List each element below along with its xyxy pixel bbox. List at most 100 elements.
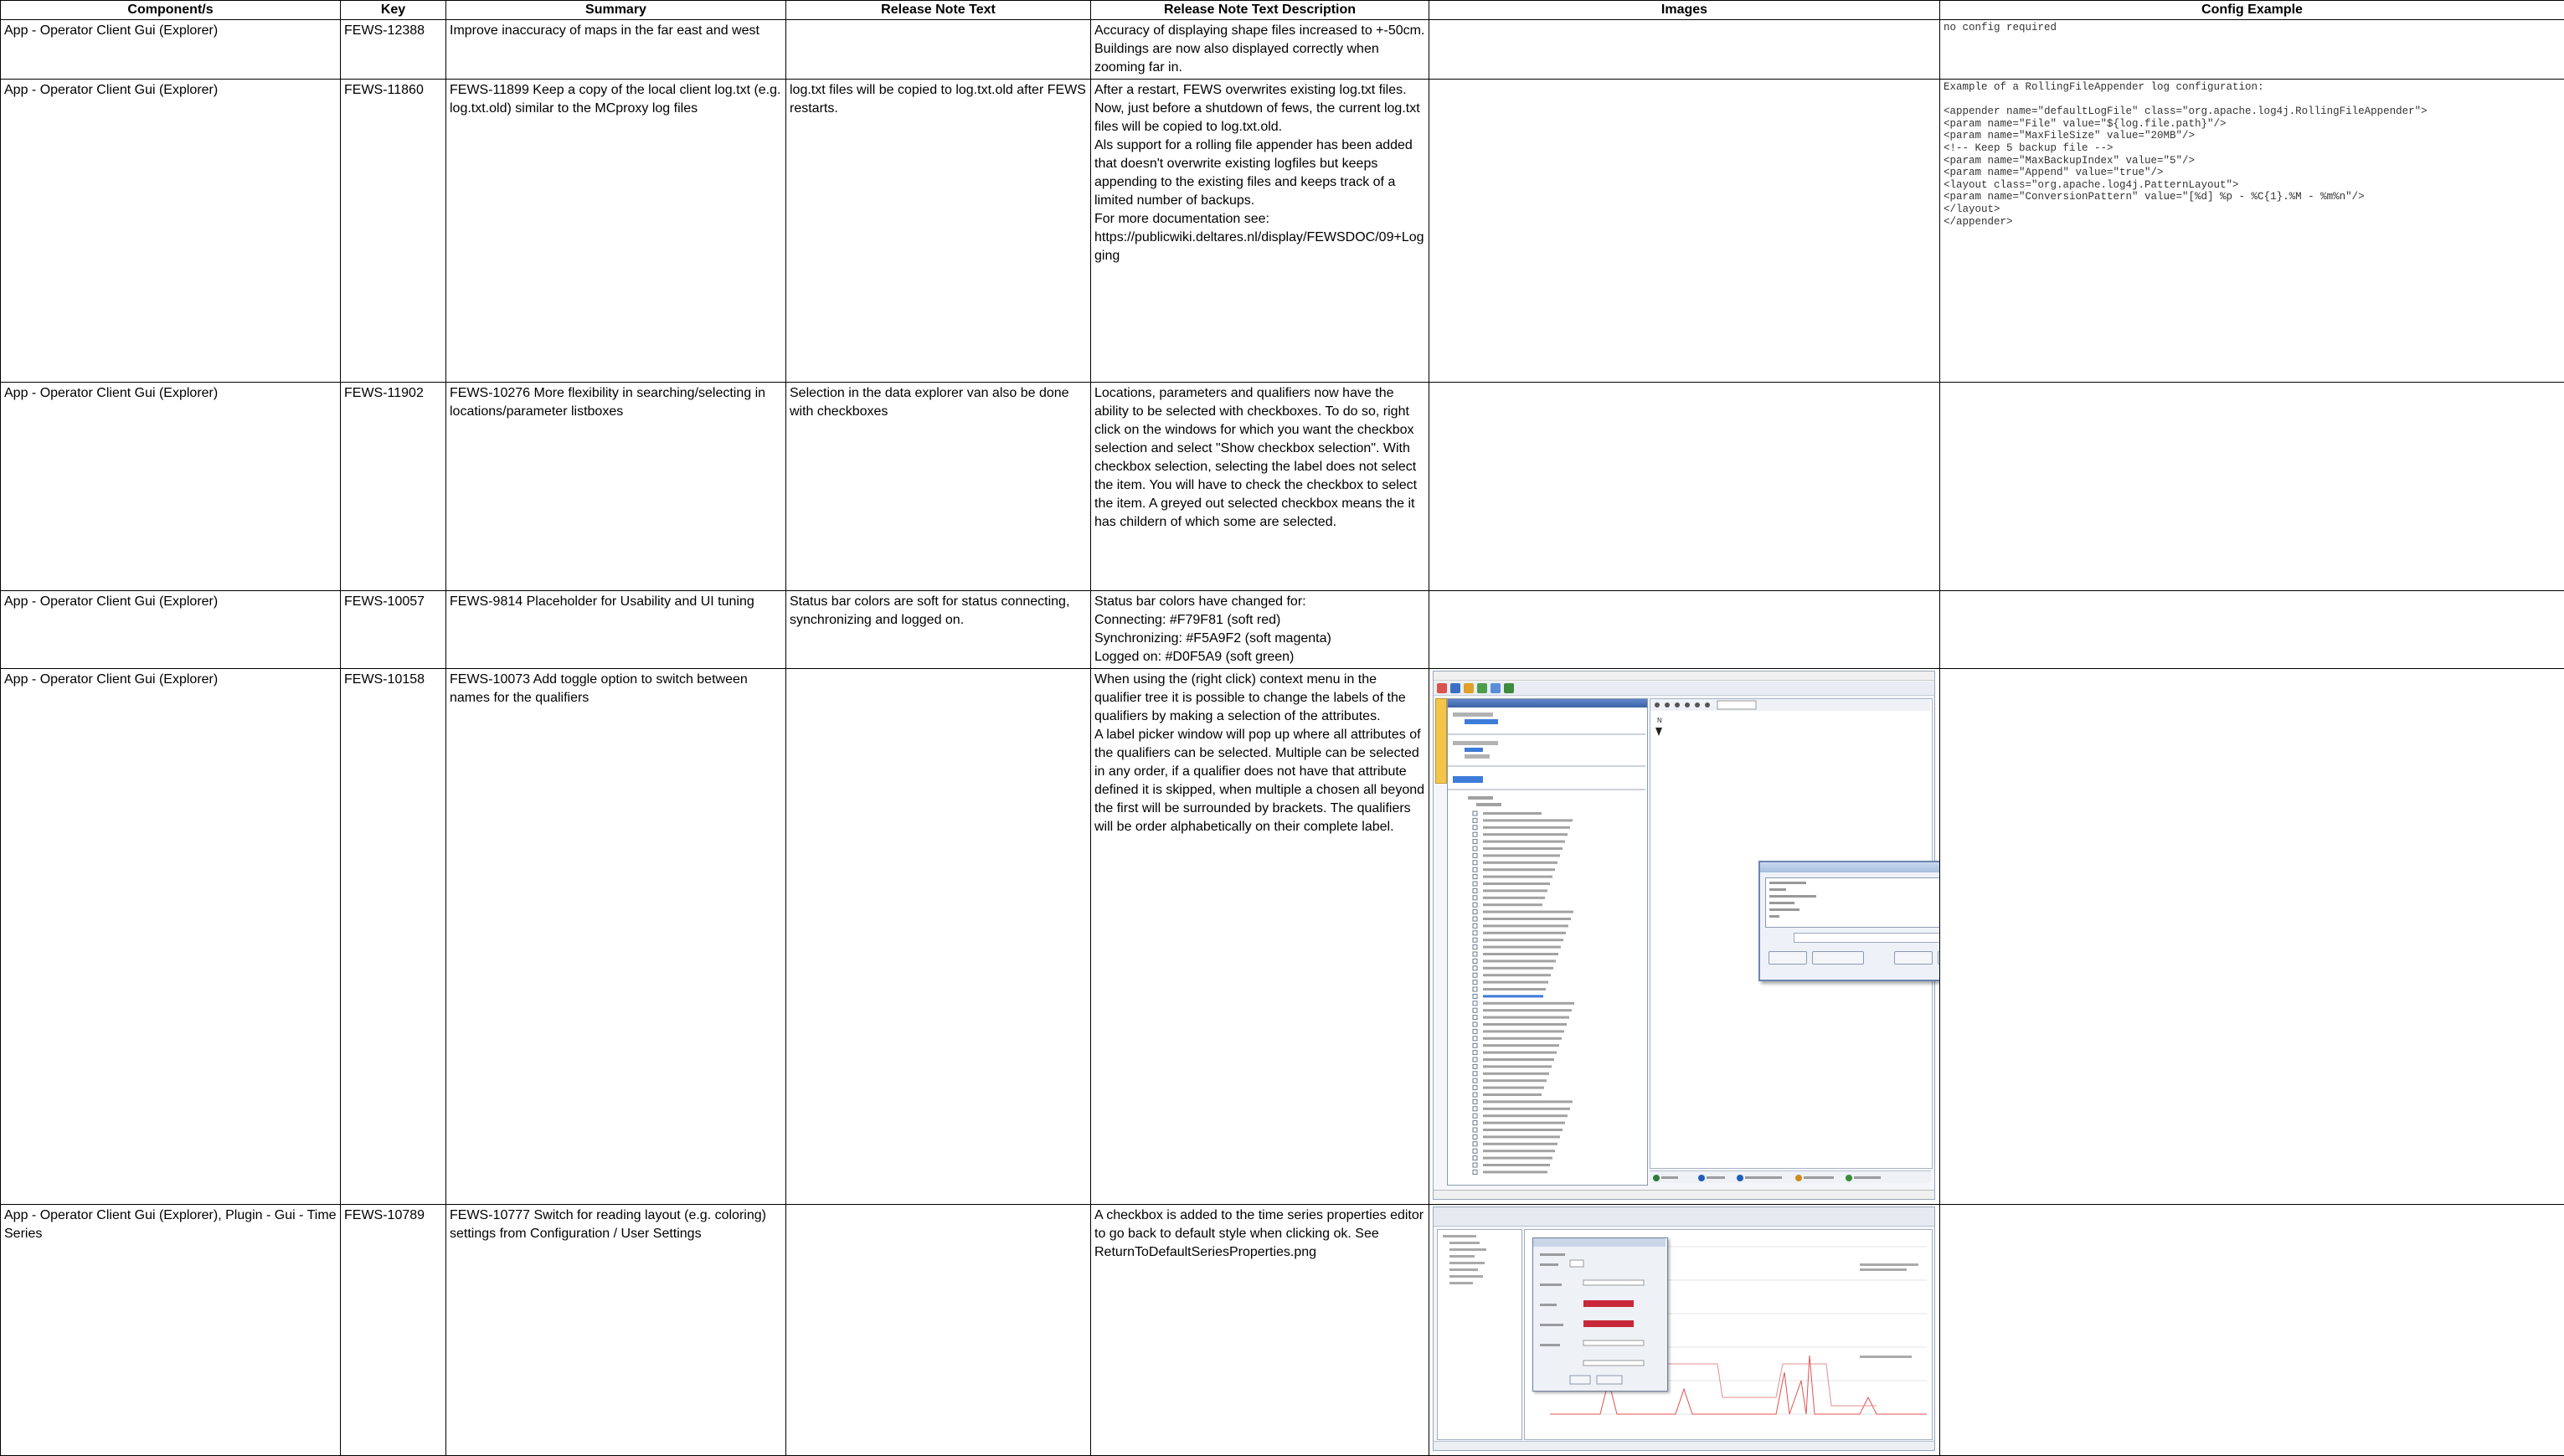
screenshot-side-tab	[1435, 698, 1447, 784]
cell-images[interactable]	[1429, 80, 1940, 383]
cell-config[interactable]	[1940, 383, 2564, 591]
column-header-release-note[interactable]: Release Note Text	[786, 1, 1091, 20]
cell-description[interactable]: When using the (right click) context men…	[1091, 669, 1429, 1205]
qualifier-tree-icon	[1448, 707, 1645, 1183]
screenshot-statusbar	[1434, 1441, 1934, 1450]
table-row: App - Operator Client Gui (Explorer), Pl…	[1, 1205, 2564, 1456]
release-notes-table: Component/s Key Summary Release Note Tex…	[0, 0, 2564, 1456]
screenshot-menubar	[1434, 671, 1934, 681]
description-line: Synchronizing: #F5A9F2 (soft magenta)	[1094, 630, 1425, 648]
screenshot-tree-panel	[1437, 1229, 1522, 1440]
cell-images[interactable]	[1429, 20, 1940, 80]
dialog-list	[1765, 877, 1940, 928]
cell-release-note[interactable]: Selection in the data explorer van also …	[786, 383, 1091, 591]
cell-description[interactable]: Accuracy of displaying shape files incre…	[1091, 20, 1429, 80]
config-text: no config required	[1944, 22, 2561, 34]
cell-key[interactable]: FEWS-11860	[341, 80, 446, 383]
screenshot-bottom-tabs	[1650, 1170, 1931, 1183]
list-lines-icon	[1766, 878, 1940, 925]
cell-summary[interactable]: FEWS-10073 Add toggle option to switch b…	[446, 669, 786, 1205]
tree-lines-icon	[1438, 1230, 1520, 1438]
cell-summary[interactable]: Improve inaccuracy of maps in the far ea…	[446, 20, 786, 80]
panel-titlebar	[1448, 699, 1647, 707]
cell-images[interactable]	[1429, 383, 1940, 591]
column-header-images[interactable]: Images	[1429, 1, 1940, 20]
toolbar-icon	[1504, 683, 1514, 693]
cell-description[interactable]: Locations, parameters and qualifiers now…	[1091, 383, 1429, 591]
screenshot-toolbar	[1434, 1207, 1934, 1227]
description-line: Status bar colors have changed for:	[1094, 593, 1425, 611]
dialog-button	[1812, 951, 1864, 965]
cell-images[interactable]: N	[1429, 669, 1940, 1205]
cell-release-note[interactable]	[786, 20, 1091, 80]
description-line: Als support for a rolling file appender …	[1094, 136, 1425, 210]
table-row: App - Operator Client Gui (Explorer) FEW…	[1, 591, 2564, 669]
cell-key[interactable]: FEWS-11902	[341, 383, 446, 591]
config-text: Example of a RollingFileAppender log con…	[1944, 81, 2561, 228]
screenshot-data-panel	[1447, 698, 1648, 1186]
dialog-input	[1794, 933, 1940, 943]
cell-key[interactable]: FEWS-10057	[341, 591, 446, 669]
cell-key[interactable]: FEWS-12388	[341, 20, 446, 80]
cell-summary[interactable]: FEWS-10276 More flexibility in searching…	[446, 383, 786, 591]
toolbar-icon	[1464, 683, 1474, 693]
description-line: After a restart, FEWS overwrites existin…	[1094, 81, 1425, 136]
series-properties-dialog	[1532, 1237, 1668, 1392]
table-row: App - Operator Client Gui (Explorer) FEW…	[1, 669, 2564, 1205]
cell-release-note[interactable]: log.txt files will be copied to log.txt.…	[786, 80, 1091, 383]
description-link[interactable]: https://publicwiki.deltares.nl/display/F…	[1094, 229, 1425, 265]
column-header-config[interactable]: Config Example	[1940, 1, 2564, 20]
toolbar-icon	[1477, 683, 1487, 693]
cell-config[interactable]: no config required	[1940, 20, 2564, 80]
description-line: When using the (right click) context men…	[1094, 671, 1425, 726]
label-picker-dialog	[1758, 861, 1940, 981]
cell-key[interactable]: FEWS-10158	[341, 669, 446, 1205]
cell-summary[interactable]: FEWS-11899 Keep a copy of the local clie…	[446, 80, 786, 383]
cell-images[interactable]	[1429, 591, 1940, 669]
cell-component[interactable]: App - Operator Client Gui (Explorer)	[1, 20, 341, 80]
cell-component[interactable]: App - Operator Client Gui (Explorer), Pl…	[1, 1205, 341, 1456]
dialog-button	[1769, 951, 1807, 965]
column-header-component[interactable]: Component/s	[1, 1, 341, 20]
cell-summary[interactable]: FEWS-10777 Switch for reading layout (e.…	[446, 1205, 786, 1456]
cell-component[interactable]: App - Operator Client Gui (Explorer)	[1, 80, 341, 383]
cell-release-note[interactable]	[786, 1205, 1091, 1456]
toolbar-icon	[1491, 683, 1501, 693]
toolbar-icon	[1437, 683, 1447, 693]
description-line: Connecting: #F79F81 (soft red)	[1094, 611, 1425, 630]
toolbar-icon	[1450, 683, 1460, 693]
cell-release-note[interactable]: Status bar colors are soft for status co…	[786, 591, 1091, 669]
header-row: Component/s Key Summary Release Note Tex…	[1, 1, 2564, 20]
cell-config[interactable]	[1940, 1205, 2564, 1456]
cell-component[interactable]: App - Operator Client Gui (Explorer)	[1, 383, 341, 591]
dialog-titlebar	[1760, 862, 1940, 872]
column-header-key[interactable]: Key	[341, 1, 446, 20]
table-row: App - Operator Client Gui (Explorer) FEW…	[1, 80, 2564, 383]
description-line: A label picker window will pop up where …	[1094, 726, 1425, 836]
cell-config[interactable]	[1940, 591, 2564, 669]
cell-key[interactable]: FEWS-10789	[341, 1205, 446, 1456]
cell-component[interactable]: App - Operator Client Gui (Explorer)	[1, 591, 341, 669]
dialog-button	[1894, 951, 1933, 965]
properties-form-icon	[1533, 1238, 1666, 1389]
cell-summary[interactable]: FEWS-9814 Placeholder for Usability and …	[446, 591, 786, 669]
table-row: App - Operator Client Gui (Explorer) FEW…	[1, 20, 2564, 80]
column-header-description[interactable]: Release Note Text Description	[1091, 1, 1429, 20]
cell-release-note[interactable]	[786, 669, 1091, 1205]
table-row: App - Operator Client Gui (Explorer) FEW…	[1, 383, 2564, 591]
screenshot-toolbar	[1434, 682, 1934, 696]
description-line: Locations, parameters and qualifiers now…	[1094, 384, 1425, 532]
description-line: Accuracy of displaying shape files incre…	[1094, 22, 1425, 77]
cell-description[interactable]: After a restart, FEWS overwrites existin…	[1091, 80, 1429, 383]
column-header-summary[interactable]: Summary	[446, 1, 786, 20]
cell-description[interactable]: Status bar colors have changed for: Conn…	[1091, 591, 1429, 669]
description-line: A checkbox is added to the time series p…	[1094, 1206, 1425, 1262]
cell-images[interactable]	[1429, 1205, 1940, 1456]
description-line: Logged on: #D0F5A9 (soft green)	[1094, 648, 1425, 666]
time-series-screenshot	[1433, 1206, 1935, 1451]
cell-config[interactable]	[1940, 669, 2564, 1205]
cell-config[interactable]: Example of a RollingFileAppender log con…	[1940, 80, 2564, 383]
description-line: For more documentation see:	[1094, 210, 1425, 229]
cell-component[interactable]: App - Operator Client Gui (Explorer)	[1, 669, 341, 1205]
cell-description[interactable]: A checkbox is added to the time series p…	[1091, 1205, 1429, 1456]
